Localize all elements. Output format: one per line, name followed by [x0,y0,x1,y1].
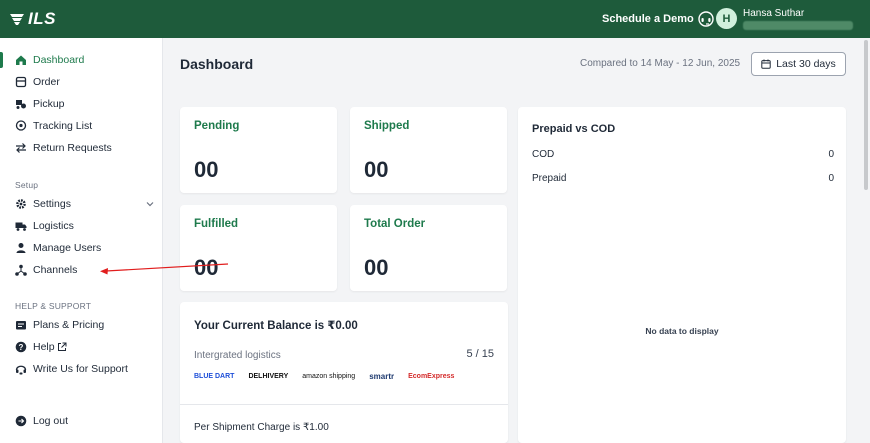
sidebar-item-dashboard[interactable]: Dashboard [0,49,163,71]
stat-card-pending[interactable]: Pending 00 [180,107,337,193]
schedule-demo-label: Schedule a Demo [602,13,694,25]
no-data-message: No data to display [645,326,719,336]
sidebar-item-label: Logistics [33,220,74,232]
sidebar-item-label: Order [33,76,60,88]
stat-value: 00 [364,157,389,182]
page-title: Dashboard [180,56,254,72]
stat-card-shipped[interactable]: Shipped 00 [350,107,507,193]
stat-label: Shipped [364,120,410,132]
wings-icon [10,14,24,25]
user-name[interactable]: Hansa Suthar [743,8,804,19]
date-range-button[interactable]: Last 30 days [751,52,846,76]
help-icon: ? [15,341,27,353]
setup-section-label: Setup [15,180,39,190]
calendar-icon [761,59,771,69]
sidebar-item-logistics[interactable]: Logistics [0,215,163,237]
sidebar-item-label: Plans & Pricing [33,319,105,331]
prepaid-vs-cod-title: Prepaid vs COD [532,123,616,135]
external-link-icon [58,342,67,351]
order-icon [15,76,27,88]
sidebar-item-help[interactable]: ? Help [0,336,163,358]
user-icon [15,242,27,254]
prepaid-vs-cod-card: Prepaid vs COD COD 0 Prepaid 0 No data t… [518,107,846,443]
stat-card-total-order[interactable]: Total Order 00 [350,205,507,291]
partner-logo-ecomexpress: EcomExpress [408,373,455,380]
svg-text:?: ? [19,343,24,352]
sidebar-item-label: Tracking List [33,120,93,132]
truck-icon [15,220,27,232]
cod-row: COD 0 [532,149,834,160]
comparison-range-text: Compared to 14 May - 12 Jun, 2025 [580,58,741,69]
sidebar-item-return-requests[interactable]: Return Requests [0,137,163,159]
prepaid-row: Prepaid 0 [532,173,834,184]
prepaid-label: Prepaid [532,173,567,184]
sidebar-item-label: Return Requests [33,142,112,154]
partner-logos: BLUE DART DELHIVERY amazon shipping smar… [194,372,454,381]
return-arrows-icon [15,142,27,154]
schedule-demo-button[interactable]: Schedule a Demo [602,11,714,27]
stat-value: 00 [194,157,219,182]
pickup-icon [15,98,27,110]
sidebar-item-manage-users[interactable]: Manage Users [0,237,163,259]
stat-value: 00 [194,255,219,280]
sidebar-item-plans-pricing[interactable]: Plans & Pricing [0,314,163,336]
partner-logo-bluedart: BLUE DART [194,373,235,380]
location-pin-icon [15,120,27,132]
user-email-redacted [743,21,853,30]
support-icon [15,363,27,375]
sidebar-item-label: Manage Users [33,242,102,254]
partner-logo-smartr: smartr [369,372,395,381]
sidebar-item-label: Channels [33,264,78,276]
sidebar-item-label: Help [33,341,55,353]
balance-card: Your Current Balance is ₹0.00 Intergrate… [180,302,508,443]
sidebar-item-tracking-list[interactable]: Tracking List [0,115,163,137]
sidebar-item-write-support[interactable]: Write Us for Support [0,358,163,380]
sidebar-item-logout[interactable]: Log out [0,410,163,432]
divider [180,404,508,405]
stat-label: Total Order [364,218,426,230]
sidebar-item-settings[interactable]: Settings [0,193,163,215]
chevron-down-icon[interactable] [145,199,155,209]
stat-label: Pending [194,120,240,132]
prepaid-value: 0 [828,173,834,184]
cod-value: 0 [828,149,834,160]
channels-icon [15,264,27,276]
gear-icon [15,198,27,210]
headset-icon [698,11,714,27]
brand-logo[interactable]: ILS [10,9,56,29]
home-icon [15,54,27,66]
integrated-logistics-count: 5 / 15 [466,348,494,360]
sidebar-item-channels[interactable]: Channels [0,259,163,281]
sidebar-item-label: Log out [33,415,69,427]
sidebar-item-label: Pickup [33,98,65,110]
stat-card-fulfilled[interactable]: Fulfilled 00 [180,205,337,291]
partner-logo-amazon-shipping: amazon shipping [302,373,356,380]
brand-name: ILS [28,9,56,28]
sidebar-item-label: Write Us for Support [33,363,128,375]
sidebar-item-pickup[interactable]: Pickup [0,93,163,115]
top-bar: ILS Schedule a Demo H Hansa Suthar [0,0,870,38]
sidebar-item-order[interactable]: Order [0,71,163,93]
cod-label: COD [532,149,555,160]
integrated-logistics-label: Intergrated logistics [194,350,281,361]
date-range-label: Last 30 days [776,58,836,70]
scrollbar-thumb[interactable] [864,40,868,190]
pricing-icon [15,319,27,331]
logout-icon [15,415,27,427]
stat-value: 00 [364,255,389,280]
sidebar-item-label: Settings [33,198,71,210]
avatar[interactable]: H [716,8,737,29]
balance-title: Your Current Balance is ₹0.00 [194,320,358,332]
per-shipment-charge: Per Shipment Charge is ₹1.00 [194,422,329,433]
help-section-label: HELP & SUPPORT [15,301,92,311]
sidebar-item-label: Dashboard [33,54,85,66]
partner-logo-delhivery: DELHIVERY [248,373,289,380]
sidebar: Dashboard Order Pickup Tracking List Ret… [0,38,163,443]
stat-label: Fulfilled [194,218,239,230]
